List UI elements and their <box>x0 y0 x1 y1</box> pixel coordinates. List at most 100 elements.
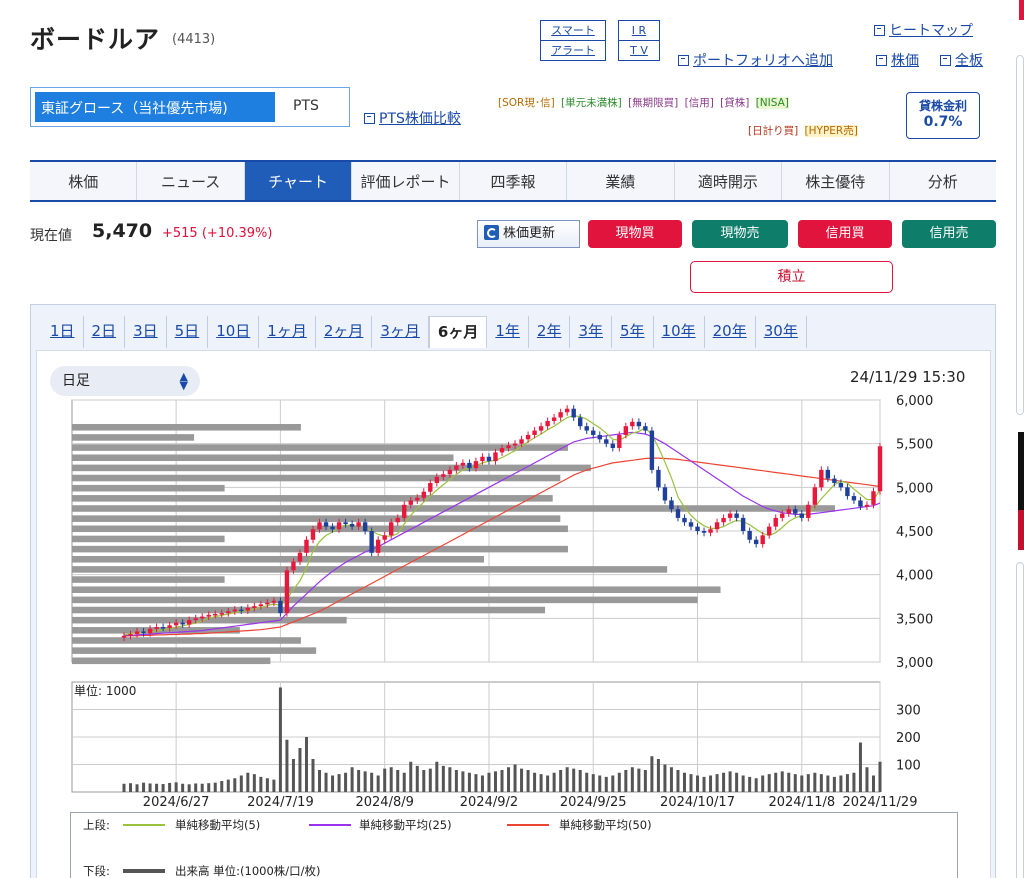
price-tick-label: 6,000 <box>896 394 933 409</box>
volume-bar <box>572 768 576 792</box>
volume-bar <box>220 781 224 792</box>
candle-body <box>799 513 804 518</box>
volume-bar <box>311 759 315 792</box>
volume-profile-bar <box>72 424 301 431</box>
candle-body <box>545 420 550 427</box>
volume-bar <box>422 770 426 792</box>
volume-profile-bar <box>72 545 568 553</box>
volume-profile-bar <box>72 647 317 654</box>
candle-body <box>369 531 374 553</box>
volume-profile-bar <box>72 586 721 593</box>
volume-bar <box>350 767 354 792</box>
volume-profile-bar <box>72 495 553 502</box>
stock-chart[interactable]: 6,000 5,500 5,000 4,500 4,000 3,500 3,000 2024/… <box>0 0 1024 878</box>
volume-profile-bar <box>72 576 225 583</box>
candle-body <box>721 517 726 523</box>
volume-bar <box>663 764 667 792</box>
volume-bar <box>142 782 146 792</box>
candle-body <box>304 539 309 553</box>
volume-tick-label: 100 <box>896 759 921 774</box>
volume-bar <box>702 776 706 792</box>
volume-bar <box>383 768 387 792</box>
candle-body <box>460 462 466 466</box>
volume-bar <box>650 756 654 792</box>
candle-body <box>656 469 661 488</box>
candle-body <box>447 469 453 475</box>
candle-body <box>838 482 844 488</box>
volume-tick-label: 200 <box>896 731 921 746</box>
volume-bar <box>735 772 739 792</box>
candle-body <box>147 628 153 634</box>
candle-body <box>753 539 759 545</box>
volume-bar <box>826 775 830 792</box>
volume-bar <box>507 767 511 792</box>
volume-bar <box>265 778 269 792</box>
volume-profile-bar <box>72 484 225 492</box>
volume-bar <box>298 748 302 792</box>
candle-body <box>343 522 348 525</box>
volume-bar <box>291 759 295 792</box>
candle-body <box>408 500 413 505</box>
volume-bar <box>832 776 836 792</box>
volume-bar <box>122 783 126 792</box>
candle-body <box>767 526 772 536</box>
volume-bar <box>174 782 178 792</box>
candle-body <box>819 469 824 488</box>
volume-bar <box>565 767 569 792</box>
volume-bar <box>363 771 367 792</box>
candle-body <box>382 535 387 540</box>
side-panel-edge <box>1016 55 1024 415</box>
candle-body <box>558 412 563 418</box>
volume-bar <box>181 783 185 792</box>
candle-body <box>467 462 472 469</box>
volume-bar <box>748 776 752 792</box>
volume-bar <box>467 772 471 792</box>
candle-body <box>473 461 479 469</box>
candle-body <box>454 465 459 470</box>
candle-body <box>662 487 668 501</box>
x-tick-label: 2024/8/9 <box>355 795 413 810</box>
volume-bar <box>272 779 276 792</box>
candle-body <box>643 426 648 431</box>
volume-bar <box>578 770 582 792</box>
volume-bar <box>669 767 673 792</box>
candle-body <box>173 622 179 626</box>
volume-bar <box>318 770 322 792</box>
volume-bar <box>344 772 348 792</box>
volume-profile-bar <box>72 474 561 482</box>
volume-bar <box>370 772 374 792</box>
volume-bar <box>487 772 491 792</box>
volume-profile-bar <box>72 464 591 472</box>
candle-body <box>649 430 655 470</box>
candle-body <box>617 434 622 449</box>
volume-bar <box>428 768 432 792</box>
volume-bar <box>559 770 563 792</box>
volume-bar <box>806 774 810 792</box>
volume-bar <box>461 771 465 792</box>
candle-body <box>610 443 615 449</box>
volume-bar <box>761 775 765 792</box>
candle-body <box>786 509 791 514</box>
candle-body <box>734 513 739 518</box>
candle-body <box>701 531 707 533</box>
candle-body <box>141 631 146 634</box>
price-tick-label: 4,500 <box>896 525 933 540</box>
candle-body <box>336 522 342 530</box>
volume-bar <box>441 765 445 792</box>
candle-body <box>265 602 270 605</box>
volume-bar <box>148 783 152 792</box>
price-tick-label: 3,000 <box>896 656 933 671</box>
candle-body <box>310 529 316 540</box>
volume-bar <box>357 770 361 792</box>
candle-body <box>245 607 251 611</box>
volume-bar <box>598 775 602 792</box>
candle-body <box>121 635 127 638</box>
legend-sma25: 単純移動平均(25) <box>359 818 452 832</box>
volume-bar <box>839 775 843 792</box>
candle-body <box>604 439 609 444</box>
candle-body <box>180 622 185 625</box>
candle-body <box>349 524 355 527</box>
volume-bar <box>585 772 589 792</box>
volume-bar <box>194 783 198 792</box>
candle-body <box>714 522 720 530</box>
